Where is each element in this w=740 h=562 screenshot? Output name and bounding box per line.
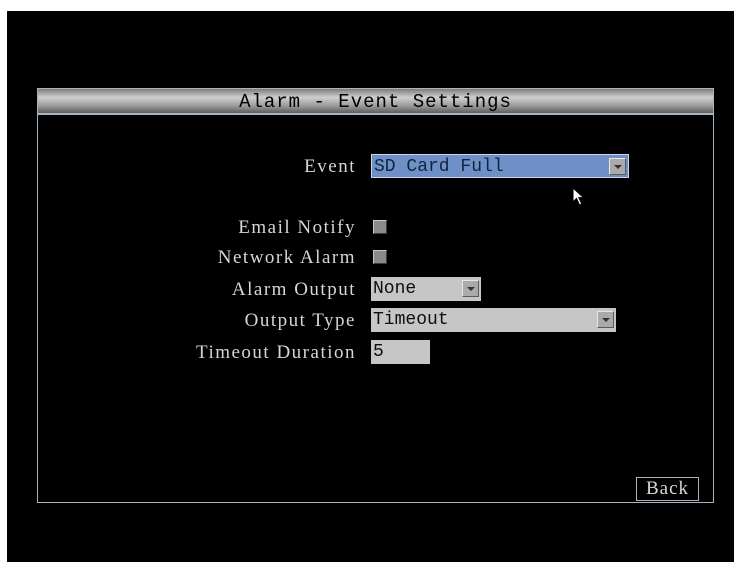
alarm-output-label: Alarm Output <box>231 279 356 300</box>
email-notify-row: Email Notify <box>38 215 713 241</box>
alarm-event-settings-dialog: Alarm - Event Settings Event SD Card Ful… <box>37 88 714 503</box>
chevron-down-icon[interactable] <box>609 158 626 175</box>
event-label: Event <box>304 156 356 177</box>
output-type-row: Output Type Timeout <box>38 308 713 334</box>
chevron-down-icon[interactable] <box>597 311 614 328</box>
network-alarm-row: Network Alarm <box>38 245 713 271</box>
chevron-down-icon[interactable] <box>462 280 479 297</box>
event-row: Event SD Card Full <box>38 154 713 180</box>
timeout-duration-value: 5 <box>373 342 384 362</box>
alarm-output-row: Alarm Output None <box>38 277 713 303</box>
alarm-output-select[interactable]: None <box>371 277 481 301</box>
dialog-title: Alarm - Event Settings <box>239 91 512 113</box>
email-notify-label: Email Notify <box>238 217 356 238</box>
event-select[interactable]: SD Card Full <box>371 154 629 178</box>
timeout-duration-row: Timeout Duration 5 <box>38 340 713 366</box>
dialog-title-bar: Alarm - Event Settings <box>38 89 713 115</box>
event-value: SD Card Full <box>374 157 504 177</box>
timeout-duration-input[interactable]: 5 <box>371 340 430 364</box>
email-notify-checkbox[interactable] <box>373 220 387 234</box>
network-alarm-label: Network Alarm <box>217 247 356 268</box>
network-alarm-checkbox[interactable] <box>373 250 387 264</box>
output-type-label: Output Type <box>244 310 356 331</box>
back-button[interactable]: Back <box>636 477 699 501</box>
alarm-output-value: None <box>373 279 417 299</box>
mouse-cursor-icon <box>572 187 585 206</box>
output-type-select[interactable]: Timeout <box>371 308 616 332</box>
output-type-value: Timeout <box>373 310 449 330</box>
timeout-duration-label: Timeout Duration <box>196 342 356 363</box>
dvr-screen: Alarm - Event Settings Event SD Card Ful… <box>7 11 734 562</box>
